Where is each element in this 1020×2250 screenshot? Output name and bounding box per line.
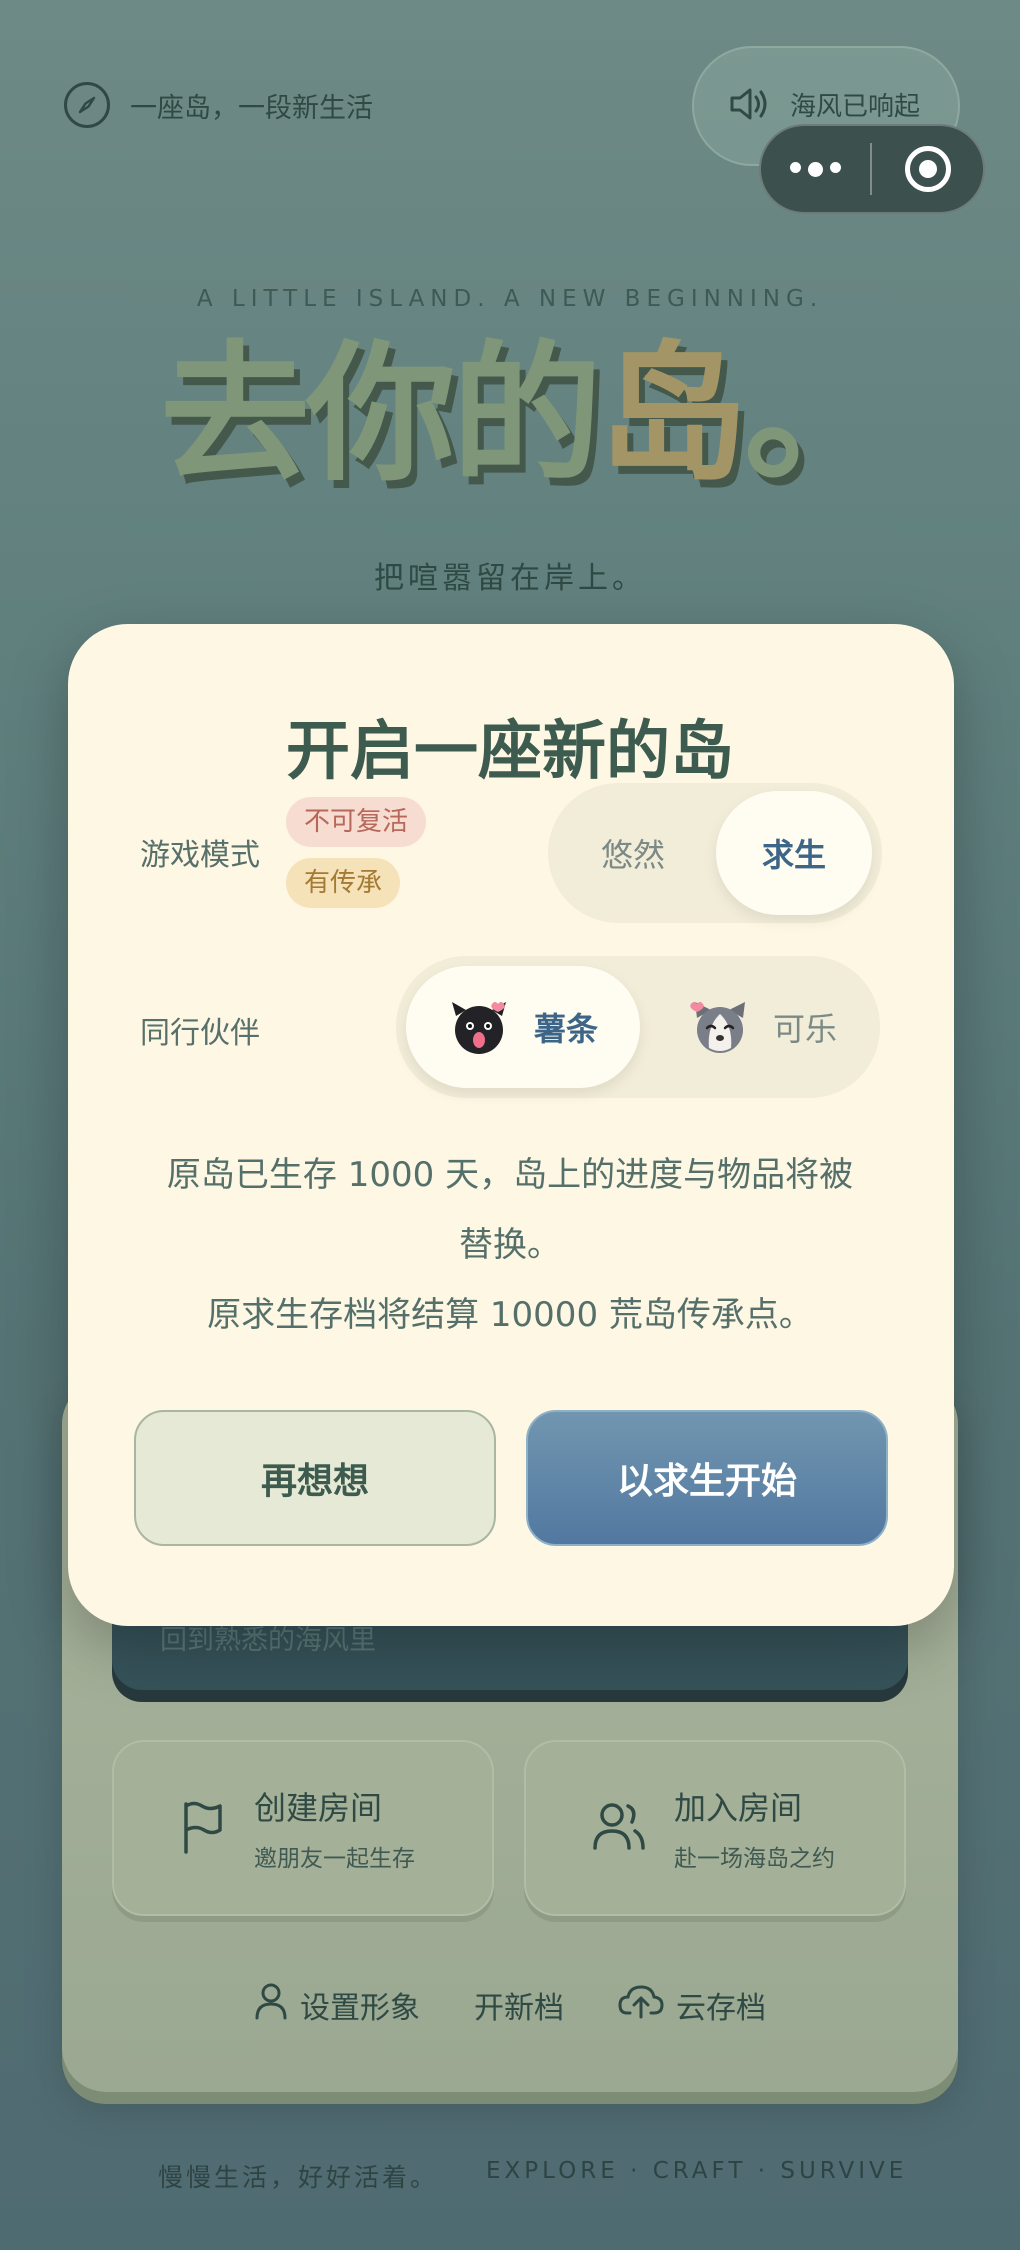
tag-inherit: 有传承 [286,858,401,908]
new-save-link[interactable]: 开新档 [474,1982,564,2028]
cancel-button[interactable]: 再想想 [134,1410,496,1546]
create-room-button[interactable]: 创建房间 邀朋友一起生存 [112,1740,494,1916]
tagline-en: A LITTLE ISLAND. A NEW BEGINNING. [196,286,824,312]
black-dog-avatar-icon [448,996,510,1058]
hero-title-end: 。 [744,328,894,502]
top-slogan: 一座岛，一段新生活 [64,82,373,128]
hero-title: 去你的岛。 [160,340,894,490]
cloud-save-label: 云存档 [676,1991,766,2026]
create-room-subtitle: 邀朋友一起生存 [254,1846,415,1872]
compass-icon [64,82,110,128]
footer-motto: 慢慢生活，好好活着。 [158,2163,439,2192]
dialog-title: 开启一座新的岛 [286,715,734,789]
partner-selector: 薯条 可乐 [396,956,880,1098]
set-avatar-link[interactable]: 设置形象 [254,1982,420,2028]
new-save-label: 开新档 [474,1991,564,2026]
desc-line3: 原求生存档将结算 10000 荒岛传承点。 [207,1295,813,1335]
record-icon[interactable] [872,146,983,192]
flag-icon [180,1798,226,1858]
partner-cola-label: 可乐 [772,1010,837,1048]
user-icon [254,1982,288,2028]
users-icon [592,1800,646,1856]
cloud-save-link[interactable]: 云存档 [618,1982,766,2028]
partner-option-cola[interactable]: 可乐 [656,966,870,1088]
partner-fries-label: 薯条 [533,1010,598,1048]
start-survival-button[interactable]: 以求生开始 [526,1410,888,1546]
mode-option-survival[interactable]: 求生 [716,791,872,915]
mode-selector: 悠然 求生 [548,783,882,923]
slogan-text: 一座岛，一段新生活 [130,92,373,124]
desc-line1: 原岛已生存 1000 天，岛上的进度与物品将被 [166,1155,854,1195]
mode-option-relaxed[interactable]: 悠然 [548,795,718,911]
footer-keywords: EXPLORE · CRAFT · SURVIVE [486,2158,908,2184]
husky-avatar-icon [689,996,751,1058]
partner-option-fries[interactable]: 薯条 [406,966,640,1088]
partner-label: 同行伙伴 [140,1016,260,1051]
mode-label: 游戏模式 [140,838,260,873]
tag-no-revive: 不可复活 [286,797,427,847]
more-icon[interactable] [761,161,870,177]
create-room-title: 创建房间 [254,1789,383,1827]
hero-subtitle-line1: 把喧嚣留在岸上。 [374,561,646,596]
join-room-subtitle: 赴一场海岛之约 [674,1846,835,1872]
cloud-upload-icon [618,1983,664,2027]
dialog-description: 原岛已生存 1000 天，岛上的进度与物品将被 替换。 原求生存档将结算 100… [120,1140,900,1350]
desc-line2: 替换。 [459,1225,561,1265]
join-room-button[interactable]: 加入房间 赴一场海岛之约 [524,1740,906,1916]
hero-title-accent: 岛 [598,328,748,502]
miniprogram-capsule [759,124,985,214]
set-avatar-label: 设置形象 [300,1991,420,2026]
join-room-title: 加入房间 [674,1789,803,1827]
hero-title-main: 去你的 [160,328,602,502]
sound-label: 海风已响起 [790,92,921,122]
speaker-icon [728,86,772,129]
menu-links: 设置形象 开新档 云存档 [0,1982,1020,2028]
